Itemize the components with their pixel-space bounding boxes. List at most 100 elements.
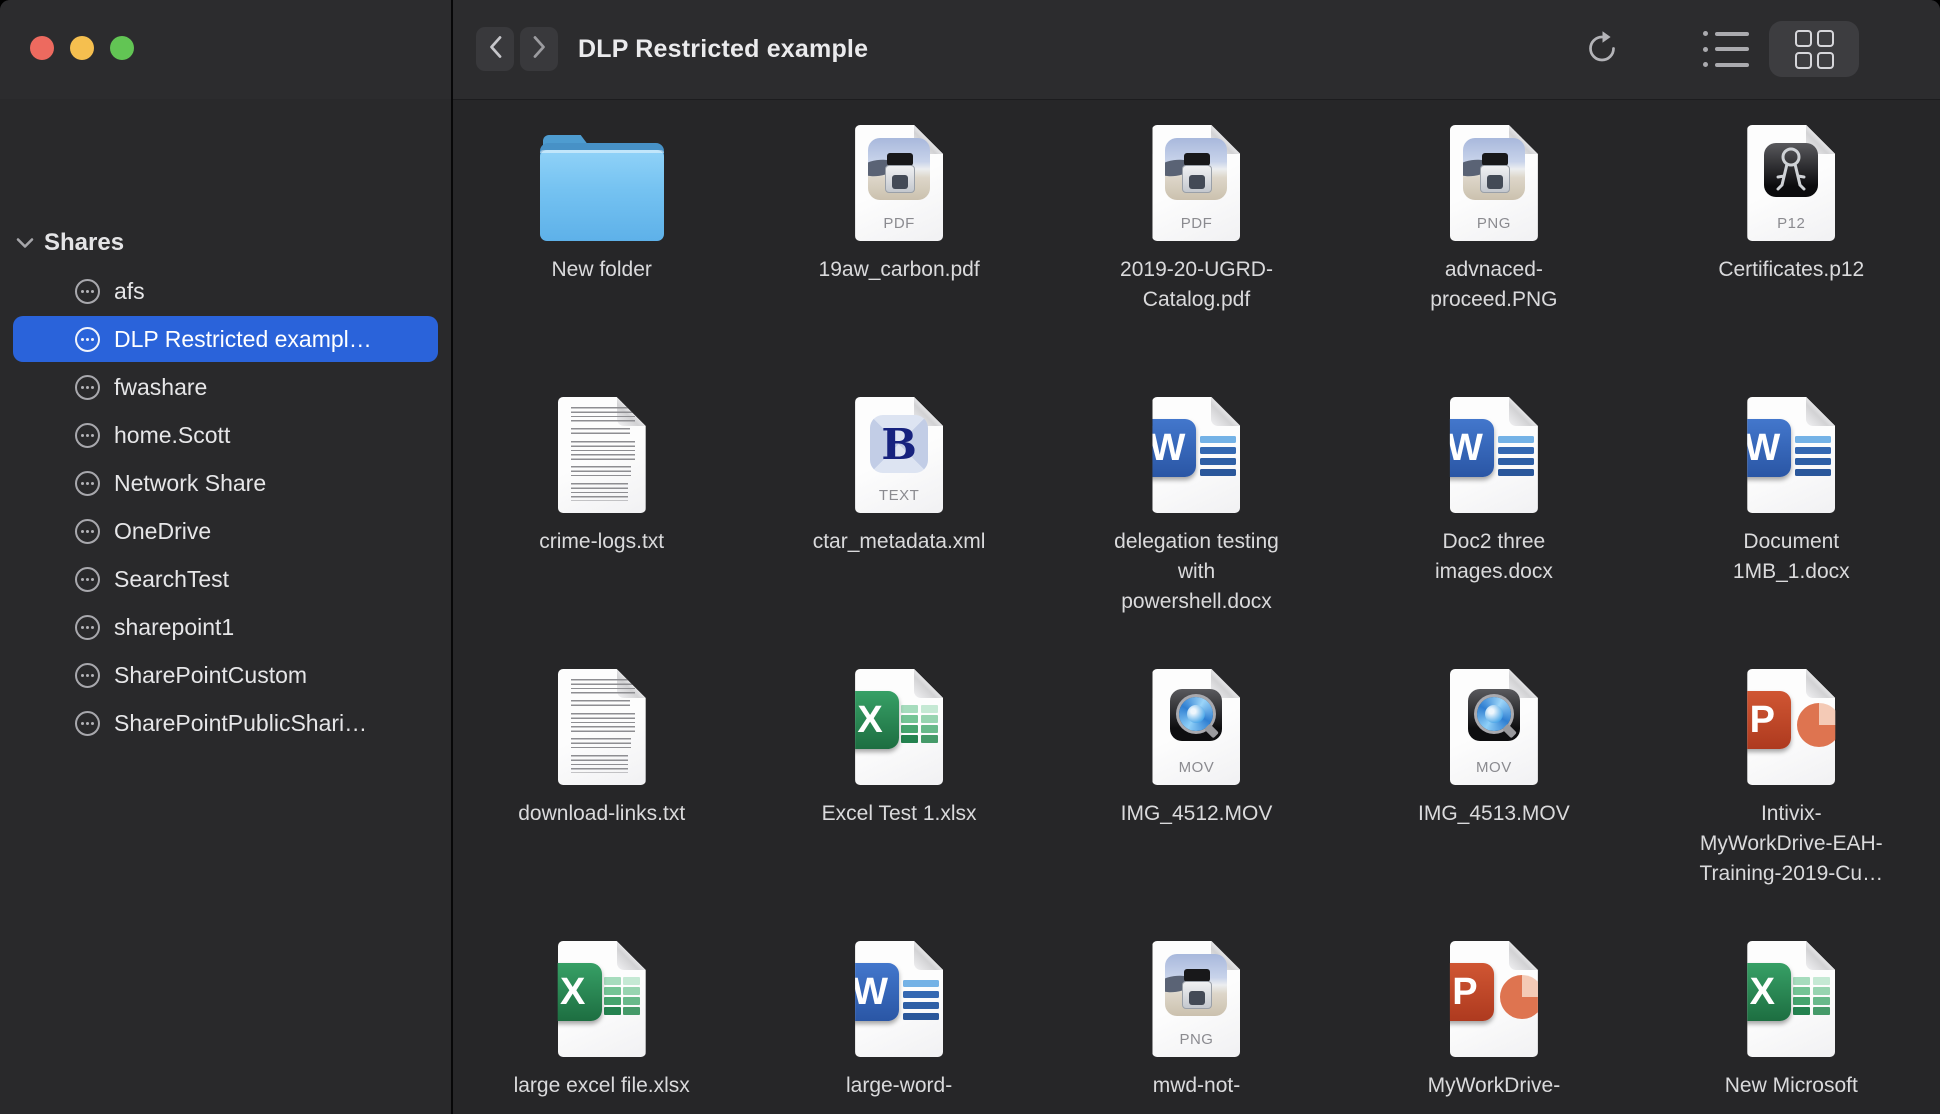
filetype-badge: PDF [1152, 215, 1240, 232]
sidebar-item-label: sharepoint1 [114, 614, 234, 641]
sidebar-item-network-share[interactable]: Network Share [0, 459, 451, 507]
file-new-folder[interactable]: New folder [453, 111, 750, 383]
file-19aw-carbon-pdf[interactable]: PDF 19aw_carbon.pdf [750, 111, 1047, 383]
file-img-4513-mov[interactable]: MOV IMG_4513.MOV [1345, 655, 1642, 927]
close-window-button[interactable] [30, 36, 54, 60]
pie-chart-icon [1500, 975, 1544, 1019]
sidebar-item-sharepointpublicsharing[interactable]: SharePointPublicShari… [0, 699, 451, 747]
file-label: ctar_metadata.xml [813, 527, 986, 557]
sidebar-item-onedrive[interactable]: OneDrive [0, 507, 451, 555]
share-ellipsis-icon [75, 519, 100, 544]
excel-file-icon: X [558, 941, 646, 1057]
file-download-links-txt[interactable]: download-links.txt [453, 655, 750, 927]
filetype-badge: MOV [1450, 759, 1538, 776]
mov-file-icon: MOV [1152, 669, 1240, 785]
pie-chart-icon [1797, 703, 1841, 747]
zoom-window-button[interactable] [110, 36, 134, 60]
sidebar-item-home-scott[interactable]: home.Scott [0, 411, 451, 459]
share-ellipsis-icon [75, 279, 100, 304]
png-file-icon: PNG [1152, 941, 1240, 1057]
sidebar-item-label: Network Share [114, 470, 266, 497]
sidebar-item-label: SharePointCustom [114, 662, 307, 689]
sidebar-item-sharepoint1[interactable]: sharepoint1 [0, 603, 451, 651]
excel-file-icon: X [1747, 941, 1835, 1057]
file-label: IMG_4512.MOV [1121, 799, 1273, 829]
file-doc2-three-images-docx[interactable]: W Doc2 three images.docx [1345, 383, 1642, 655]
powerpoint-file-icon: P [1747, 669, 1835, 785]
file-myworkdrive-pptx[interactable]: P MyWorkDrive- [1345, 927, 1642, 1114]
file-label: crime-logs.txt [539, 527, 664, 557]
sidebar-section-shares[interactable]: Shares [16, 229, 124, 257]
page-fold [914, 669, 943, 698]
word-file-icon: W [1450, 397, 1538, 513]
word-file-icon: W [1152, 397, 1240, 513]
share-ellipsis-icon [75, 615, 100, 640]
file-new-microsoft-xlsx[interactable]: X New Microsoft [1643, 927, 1940, 1114]
file-label: IMG_4513.MOV [1418, 799, 1570, 829]
chevron-down-icon[interactable] [16, 237, 34, 249]
grid-view-icon [1795, 30, 1834, 69]
titlebar: DLP Restricted example [0, 0, 1940, 100]
sidebar-item-fwashare[interactable]: fwashare [0, 363, 451, 411]
file-delegation-testing-with-powershell-docx[interactable]: W delegation testing with powershell.doc… [1048, 383, 1345, 655]
refresh-button[interactable] [1583, 28, 1621, 68]
quicktime-icon [1468, 689, 1520, 741]
excel-app-icon: X [841, 691, 899, 749]
sidebar-item-afs[interactable]: afs [0, 267, 451, 315]
share-ellipsis-icon [75, 375, 100, 400]
sidebar-item-label: SharePointPublicShari… [114, 710, 367, 737]
file-intivix-myworkdrive-training-pptx[interactable]: P Intivix- MyWorkDrive-EAH- Training-201… [1643, 655, 1940, 927]
photo-thumbnail [1463, 138, 1525, 200]
chevron-right-icon [532, 35, 547, 64]
file-large-excel-file-xlsx[interactable]: X large excel file.xlsx [453, 927, 750, 1114]
photo-thumbnail [1165, 954, 1227, 1016]
file-mwd-not-png[interactable]: PNG mwd-not- [1048, 927, 1345, 1114]
powerpoint-app-icon: P [1436, 963, 1494, 1021]
file-ctar-metadata-xml[interactable]: BTEXT ctar_metadata.xml [750, 383, 1047, 655]
file-label: Intivix- MyWorkDrive-EAH- Training-2019-… [1699, 799, 1883, 889]
share-ellipsis-icon [75, 663, 100, 688]
text-lines [1200, 436, 1236, 476]
file-label: advnaced- proceed.PNG [1430, 255, 1557, 315]
spreadsheet-grid [604, 977, 641, 1015]
file-excel-test-1-xlsx[interactable]: X Excel Test 1.xlsx [750, 655, 1047, 927]
forward-button[interactable] [520, 27, 558, 71]
sidebar-item-label: OneDrive [114, 518, 211, 545]
bbedit-icon: B [870, 415, 928, 473]
list-view-button[interactable] [1703, 31, 1751, 67]
sidebar-item-label: fwashare [114, 374, 207, 401]
sidebar-item-searchtest[interactable]: SearchTest [0, 555, 451, 603]
p12-file-icon: P12 [1747, 125, 1835, 241]
file-label: Certificates.p12 [1718, 255, 1864, 285]
file-advnaced-proceed-png[interactable]: PNG advnaced- proceed.PNG [1345, 111, 1642, 383]
file-crime-logs-txt[interactable]: crime-logs.txt [453, 383, 750, 655]
filetype-badge: MOV [1152, 759, 1240, 776]
sidebar-list: afs DLP Restricted exampl… fwashare home… [0, 267, 451, 747]
grid-view-button[interactable] [1769, 21, 1859, 77]
text-preview [571, 679, 635, 773]
file-certificates-p12[interactable]: P12 Certificates.p12 [1643, 111, 1940, 383]
sidebar-item-label: afs [114, 278, 145, 305]
png-file-icon: PNG [1450, 125, 1538, 241]
page-fold [1211, 397, 1240, 426]
page-fold [617, 941, 646, 970]
back-button[interactable] [476, 27, 514, 71]
page-fold [1509, 397, 1538, 426]
file-2019-20-ugrd-catalog-pdf[interactable]: PDF 2019-20-UGRD- Catalog.pdf [1048, 111, 1345, 383]
file-label: Doc2 three images.docx [1435, 527, 1553, 587]
powerpoint-file-icon: P [1450, 941, 1538, 1057]
word-app-icon: W [841, 963, 899, 1021]
file-label: New folder [552, 255, 652, 285]
share-ellipsis-icon [75, 327, 100, 352]
file-img-4512-mov[interactable]: MOV IMG_4512.MOV [1048, 655, 1345, 927]
mov-file-icon: MOV [1450, 669, 1538, 785]
sidebar-item-dlp-restricted-example[interactable]: DLP Restricted exampl… [0, 315, 451, 363]
file-document-1mb-1-docx[interactable]: W Document 1MB_1.docx [1643, 383, 1940, 655]
filetype-badge: PNG [1152, 1031, 1240, 1048]
file-large-word[interactable]: W large-word- [750, 927, 1047, 1114]
sidebar-item-sharepointcustom[interactable]: SharePointCustom [0, 651, 451, 699]
excel-app-icon: X [544, 963, 602, 1021]
minimize-window-button[interactable] [70, 36, 94, 60]
file-label: download-links.txt [518, 799, 685, 829]
text-lines [903, 980, 939, 1020]
